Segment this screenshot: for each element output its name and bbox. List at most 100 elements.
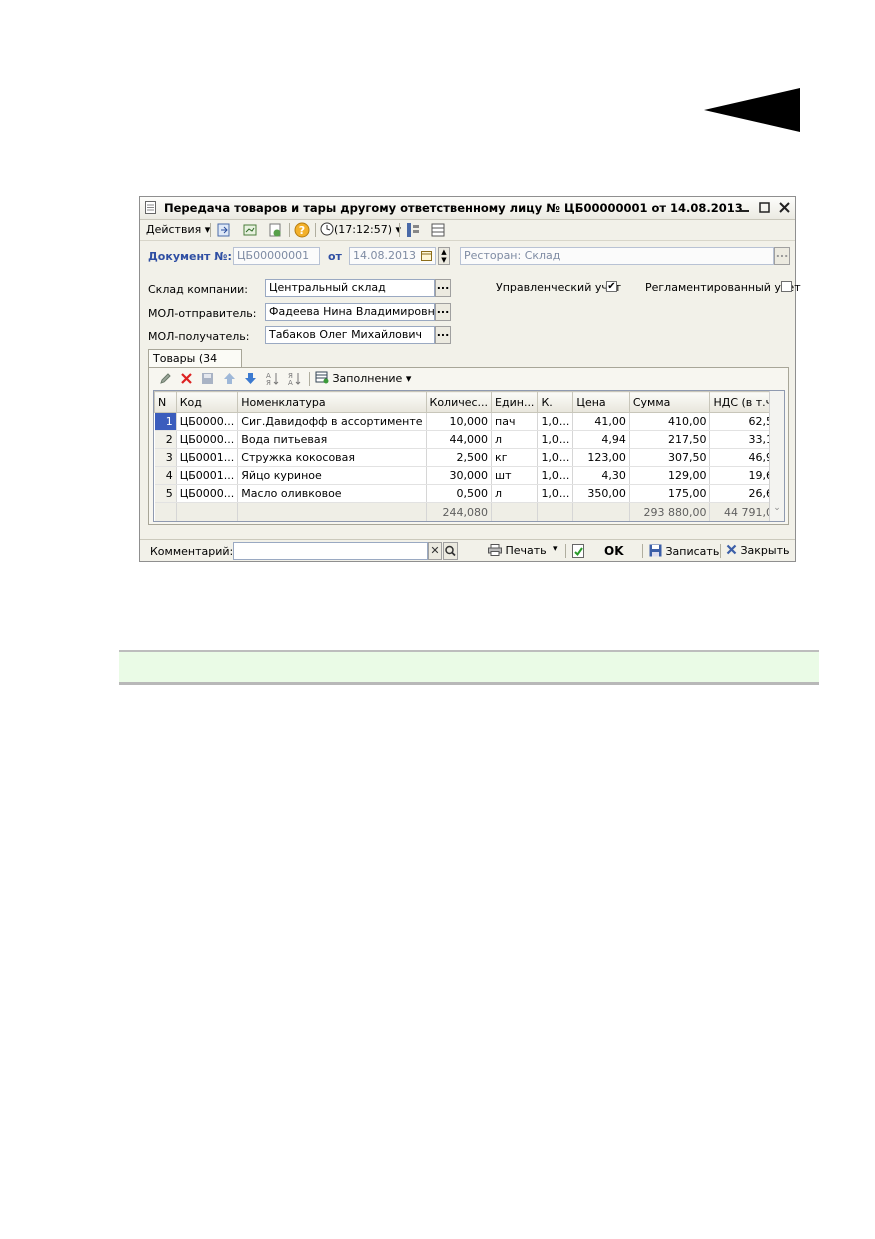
print-button[interactable]: Печать [488,544,547,557]
cell-unit[interactable]: шт [491,466,539,485]
print-menu-chevron-icon[interactable]: ▾ [553,544,558,554]
cell-sum[interactable]: 175,00 [629,484,711,503]
sort-ascending-icon[interactable]: AЯ [266,371,280,386]
cell-unit[interactable]: л [491,484,539,503]
cell-item[interactable]: Вода питьевая [237,430,427,449]
table-row[interactable]: 2 ЦБ0000... Вода питьевая 44,000 л 1,0..… [154,430,784,449]
move-down-icon[interactable] [244,372,257,385]
cell-coef[interactable]: 1,0... [537,430,574,449]
cell-code[interactable]: ЦБ0001... [176,466,239,485]
cell-unit[interactable]: кг [491,448,539,467]
cell-price[interactable]: 123,00 [572,448,630,467]
cell-quantity[interactable]: 0,500 [426,484,493,503]
time-menu-button[interactable]: (17:12:57) ▾ [320,222,401,238]
cell-quantity[interactable]: 10,000 [426,412,493,431]
sort-descending-icon[interactable]: ЯA [288,371,302,386]
cell-sum[interactable]: 410,00 [629,412,711,431]
edit-pencil-icon[interactable] [159,372,172,385]
refresh-document-icon[interactable] [267,222,283,238]
sender-select-button[interactable]: ... [435,303,451,321]
column-header[interactable]: Цена [572,391,630,413]
column-header[interactable]: Код [175,391,239,413]
column-header[interactable]: Сумма [628,391,711,413]
cell-item[interactable]: Яйцо куриное [237,466,427,485]
doc-number-field[interactable]: ЦБ00000001 [233,247,320,265]
list-view-icon[interactable] [430,222,446,238]
cell-price[interactable]: 4,94 [572,430,630,449]
column-header[interactable]: К. [537,391,574,413]
warehouse-field[interactable]: Центральный склад [265,279,435,297]
actions-label: Действия [146,223,202,236]
document-window: Передача товаров и тары другому ответств… [139,196,801,562]
location-field[interactable]: Ресторан: Склад [460,247,774,265]
close-label: Закрыть [740,544,790,557]
window-title: Передача товаров и тары другому ответств… [164,201,744,215]
regulated-accounting-checkbox[interactable] [781,281,792,292]
post-check-icon[interactable] [572,544,585,558]
ok-button[interactable]: OK [604,544,624,558]
vertical-scrollbar[interactable]: ⌄ [769,391,784,521]
cell-quantity[interactable]: 30,000 [426,466,493,485]
cell-code[interactable]: ЦБ0000... [176,430,239,449]
cell-code[interactable]: ЦБ0001... [176,448,239,467]
close-button[interactable]: Закрыть [726,544,790,557]
cell-sum[interactable]: 129,00 [629,466,711,485]
structure-icon[interactable] [405,222,421,238]
cell-quantity[interactable]: 2,500 [426,448,493,467]
move-up-icon[interactable] [223,372,236,385]
fill-label: Заполнение [332,372,403,385]
column-header[interactable]: N [154,391,177,413]
close-window-icon[interactable] [777,200,792,215]
post-move-icon[interactable] [216,222,232,238]
cell-unit[interactable]: л [491,430,539,449]
cell-code[interactable]: ЦБ0000... [176,484,239,503]
cell-coef[interactable]: 1,0... [537,466,574,485]
cell-coef[interactable]: 1,0... [537,484,574,503]
location-select-button[interactable]: ... [774,247,790,265]
maximize-icon[interactable] [757,200,772,215]
cell-sum[interactable]: 307,50 [629,448,711,467]
cell-sum[interactable]: 217,50 [629,430,711,449]
table-row[interactable]: 4 ЦБ0001... Яйцо куриное 30,000 шт 1,0..… [154,466,784,485]
actions-menu-button[interactable]: Действия ▾ [146,222,210,238]
column-header[interactable]: Количес... [425,391,493,413]
calendar-icon[interactable] [421,250,432,261]
fill-menu-button[interactable]: Заполнение ▾ [315,371,411,386]
clear-comment-icon[interactable]: ✕ [428,542,442,560]
save-button[interactable]: Записать [649,544,719,558]
comment-field[interactable] [233,542,428,560]
chevron-down-icon: ▾ [405,372,412,385]
cell-code[interactable]: ЦБ0000... [176,412,239,431]
receiver-field[interactable]: Табаков Олег Михайлович [265,326,435,344]
cell-coef[interactable]: 1,0... [537,412,574,431]
journal-icon[interactable] [242,222,258,238]
pointer-arrow-icon [704,88,800,132]
cell-price[interactable]: 41,00 [572,412,630,431]
receiver-select-button[interactable]: ... [435,326,451,344]
print-label: Печать [505,544,547,557]
cell-price[interactable]: 350,00 [572,484,630,503]
tab-goods[interactable]: Товары (34 поз.) [148,349,242,383]
cell-quantity[interactable]: 44,000 [426,430,493,449]
column-header[interactable]: Номенклатура [237,391,427,413]
cell-unit[interactable]: пач [491,412,539,431]
save-label: Записать [665,545,720,558]
date-spinner[interactable]: ▲ ▼ [438,247,450,265]
cell-item[interactable]: Сиг.Давидофф в ассортименте [237,412,427,431]
management-accounting-checkbox[interactable]: ✔ [606,281,617,292]
cell-price[interactable]: 4,30 [572,466,630,485]
delete-icon[interactable] [180,372,193,385]
cell-item[interactable]: Стружка кокосовая [237,448,427,467]
table-row[interactable]: 5 ЦБ0000... Масло оливковое 0,500 л 1,0.… [154,484,784,503]
minimize-icon[interactable] [737,200,752,215]
sender-field[interactable]: Фадеева Нина Владимировна [265,303,435,321]
search-icon[interactable] [443,542,458,560]
column-header[interactable]: Един... [491,391,539,413]
table-row[interactable]: 1 ЦБ0000... Сиг.Давидофф в ассортименте … [154,412,784,431]
cell-coef[interactable]: 1,0... [537,448,574,467]
save-row-icon[interactable] [201,372,214,385]
table-row[interactable]: 3 ЦБ0001... Стружка кокосовая 2,500 кг 1… [154,448,784,467]
cell-item[interactable]: Масло оливковое [237,484,427,503]
help-icon[interactable]: ? [294,222,310,238]
warehouse-select-button[interactable]: ... [435,279,451,297]
